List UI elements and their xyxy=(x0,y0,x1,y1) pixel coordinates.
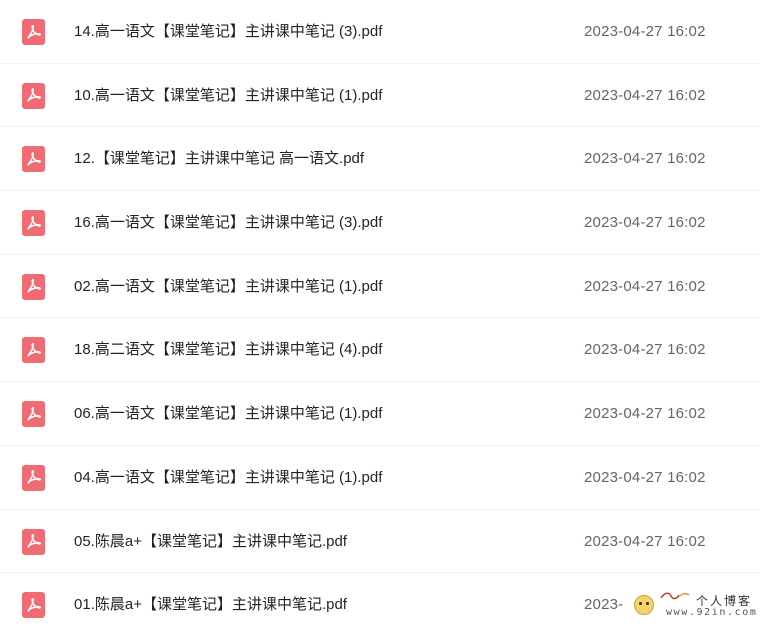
file-modified-date: 2023-04-27 16:02 xyxy=(584,277,706,295)
file-modified-date: 2023-04-27 16:02 xyxy=(584,341,706,359)
swirl-ornament-icon xyxy=(660,592,690,600)
file-name[interactable]: 02.高一语文【课堂笔记】主讲课中笔记 (1).pdf xyxy=(74,255,382,318)
pdf-file-icon xyxy=(22,528,45,555)
file-name[interactable]: 16.高一语文【课堂笔记】主讲课中笔记 (3).pdf xyxy=(74,191,382,254)
blog-watermark: 个人博客 www.92in.com xyxy=(626,588,760,623)
file-row[interactable]: 10.高一语文【课堂笔记】主讲课中笔记 (1).pdf 2023-04-27 1… xyxy=(0,64,760,128)
file-row[interactable]: 18.高二语文【课堂笔记】主讲课中笔记 (4).pdf 2023-04-27 1… xyxy=(0,318,760,383)
file-modified-date: 2023-04-27 16:02 xyxy=(584,150,706,168)
pdf-file-icon xyxy=(22,273,45,300)
pdf-file-icon xyxy=(22,401,45,428)
file-name[interactable]: 12.【课堂笔记】主讲课中笔记 高一语文.pdf xyxy=(74,127,364,190)
file-row[interactable]: 12.【课堂笔记】主讲课中笔记 高一语文.pdf 2023-04-27 16:0… xyxy=(0,127,760,192)
file-modified-date: 2023-04-27 16:02 xyxy=(584,86,706,104)
file-name[interactable]: 06.高一语文【课堂笔记】主讲课中笔记 (1).pdf xyxy=(74,382,382,445)
pdf-file-icon xyxy=(22,19,45,45)
file-modified-date: 2023- xyxy=(584,596,624,614)
pdf-file-icon xyxy=(22,146,45,173)
file-modified-date: 2023-04-27 16:02 xyxy=(584,214,706,232)
file-name[interactable]: 10.高一语文【课堂笔记】主讲课中笔记 (1).pdf xyxy=(74,64,382,127)
file-row[interactable]: 04.高一语文【课堂笔记】主讲课中笔记 (1).pdf 2023-04-27 1… xyxy=(0,446,760,510)
pdf-file-icon xyxy=(22,592,45,619)
file-name[interactable]: 04.高一语文【课堂笔记】主讲课中笔记 (1).pdf xyxy=(74,446,382,509)
file-modified-date: 2023-04-27 16:02 xyxy=(584,532,706,550)
file-modified-date: 2023-04-27 16:02 xyxy=(584,23,706,40)
pdf-file-icon xyxy=(22,464,45,491)
file-modified-date: 2023-04-27 16:02 xyxy=(584,468,706,486)
file-name[interactable]: 18.高二语文【课堂笔记】主讲课中笔记 (4).pdf xyxy=(74,318,382,381)
pdf-file-icon xyxy=(22,82,45,109)
pdf-file-icon xyxy=(22,210,45,237)
file-name[interactable]: 01.陈晨a+【课堂笔记】主讲课中笔记.pdf xyxy=(74,573,347,636)
file-list: 14.高一语文【课堂笔记】主讲课中笔记 (3).pdf 2023-04-27 1… xyxy=(0,0,760,637)
pdf-file-icon xyxy=(22,337,45,364)
avatar-icon xyxy=(634,595,654,615)
file-row[interactable]: 06.高一语文【课堂笔记】主讲课中笔记 (1).pdf 2023-04-27 1… xyxy=(0,382,760,446)
watermark-url: www.92in.com xyxy=(666,607,758,618)
file-row[interactable]: 16.高一语文【课堂笔记】主讲课中笔记 (3).pdf 2023-04-27 1… xyxy=(0,191,760,255)
file-row[interactable]: 02.高一语文【课堂笔记】主讲课中笔记 (1).pdf 2023-04-27 1… xyxy=(0,255,760,319)
file-row[interactable]: 14.高一语文【课堂笔记】主讲课中笔记 (3).pdf 2023-04-27 1… xyxy=(0,0,760,64)
file-row[interactable]: 05.陈晨a+【课堂笔记】主讲课中笔记.pdf 2023-04-27 16:02 xyxy=(0,510,760,574)
file-modified-date: 2023-04-27 16:02 xyxy=(584,405,706,423)
file-name[interactable]: 05.陈晨a+【课堂笔记】主讲课中笔记.pdf xyxy=(74,510,347,573)
file-name[interactable]: 14.高一语文【课堂笔记】主讲课中笔记 (3).pdf xyxy=(74,0,382,63)
